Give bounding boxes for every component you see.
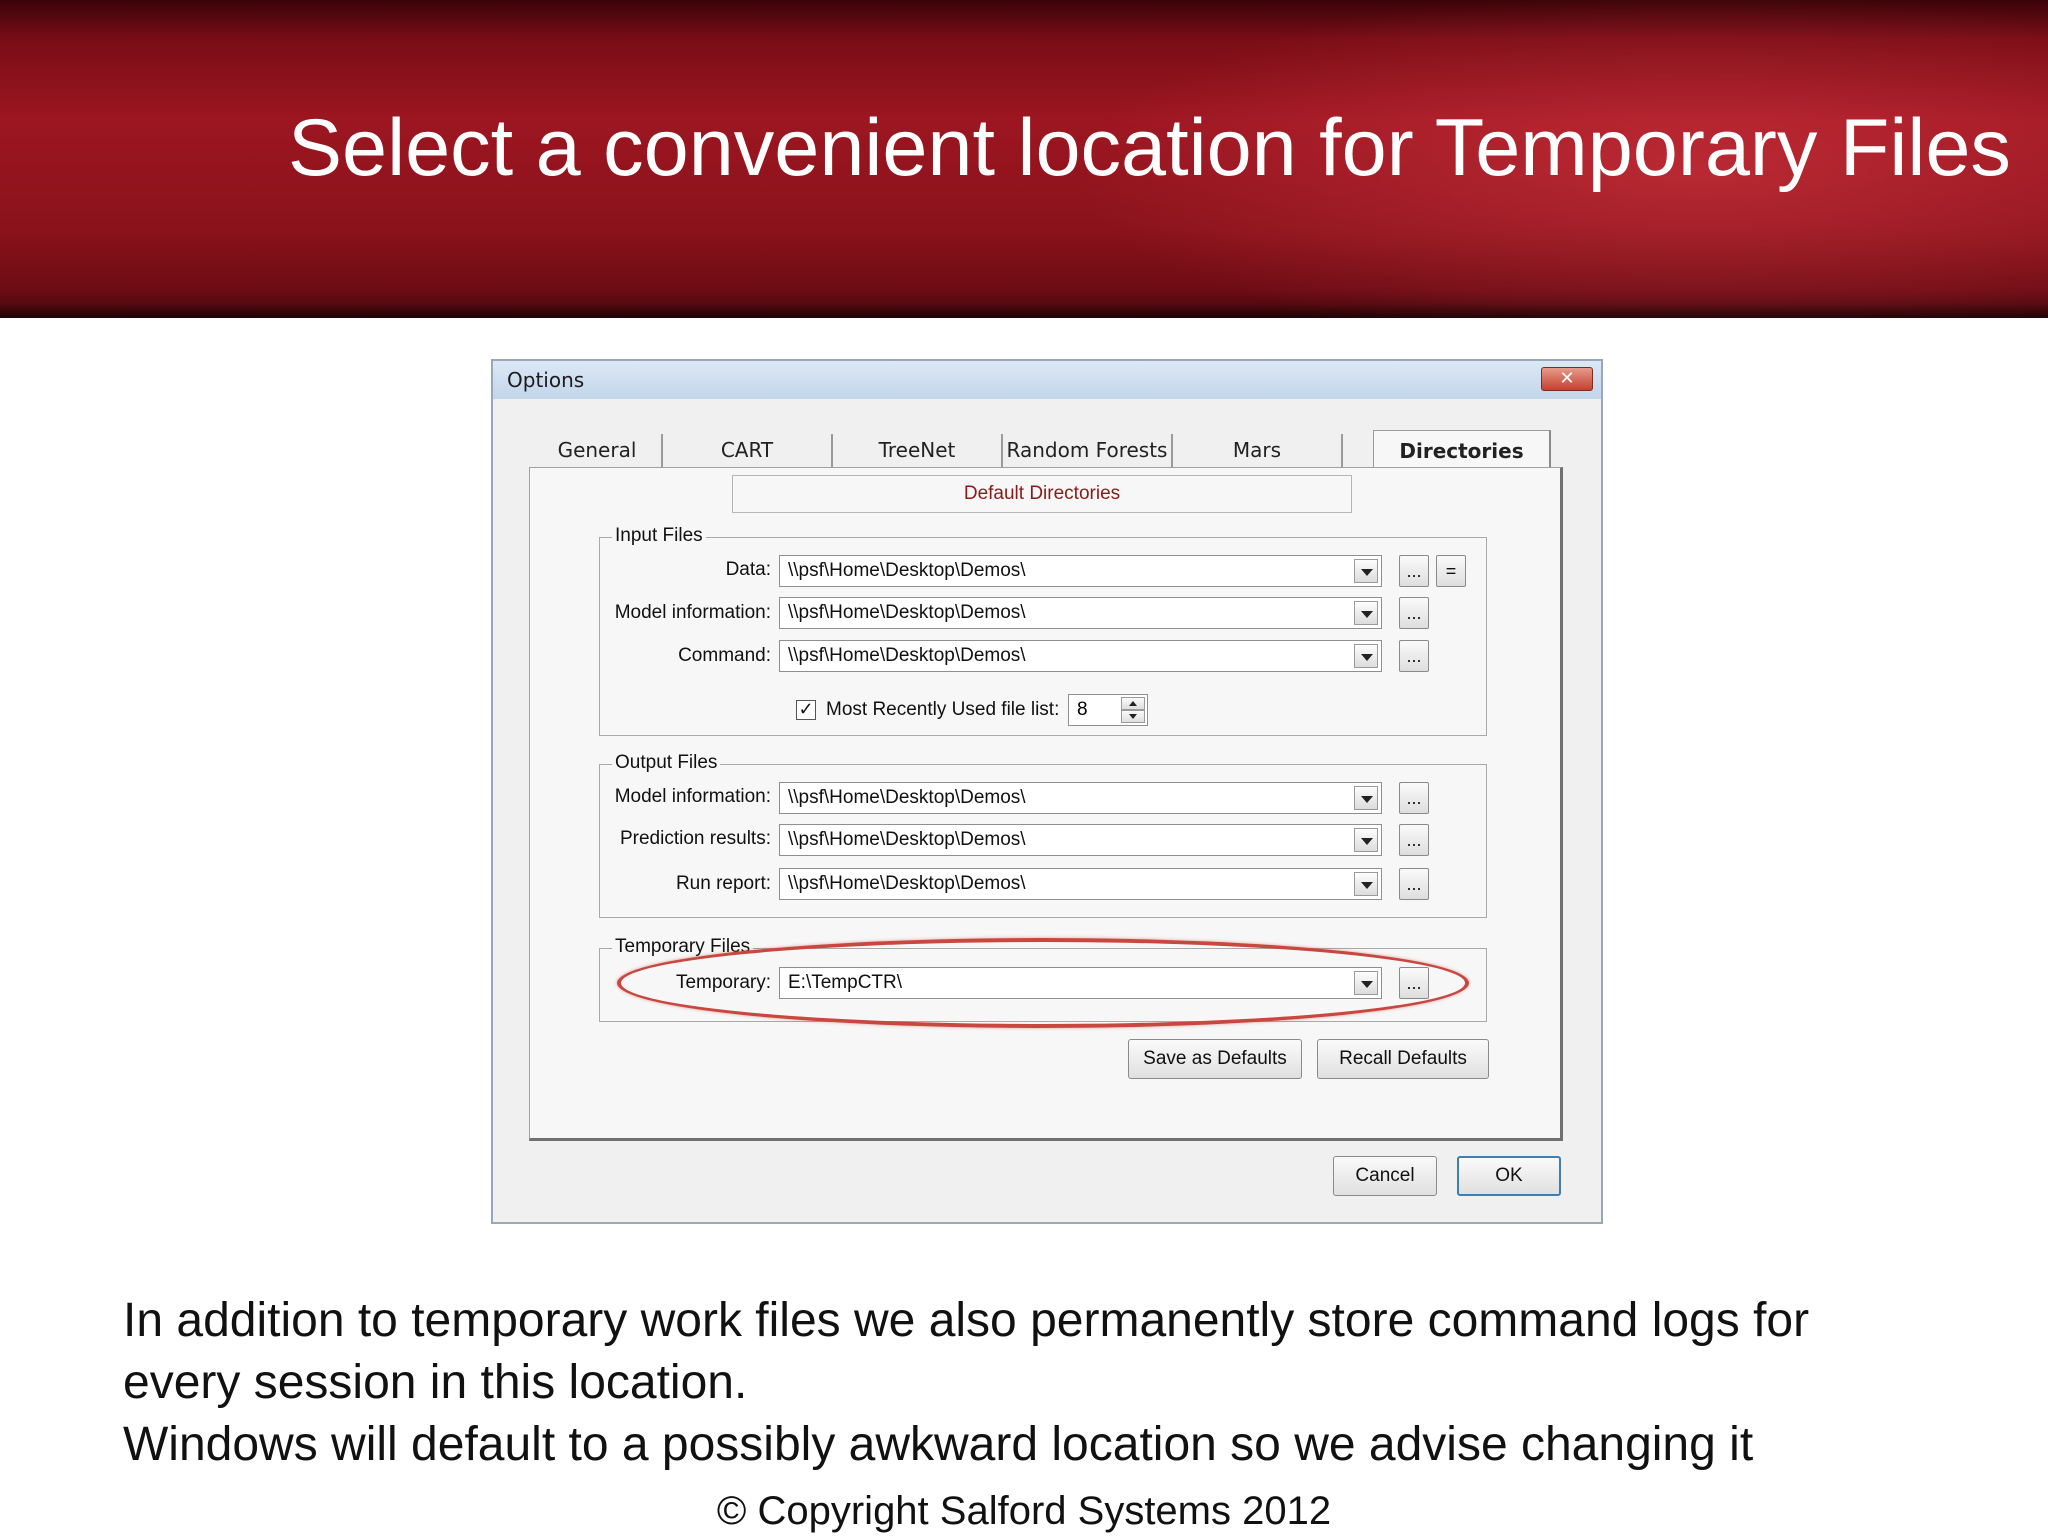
model-information-output-label: Model information: — [614, 786, 771, 807]
chevron-down-icon[interactable] — [1121, 710, 1145, 723]
close-icon: ✕ — [1559, 368, 1575, 389]
chevron-down-icon[interactable] — [1354, 828, 1378, 852]
tab-label: Mars — [1232, 438, 1282, 462]
tab-label: Random Forests — [1006, 438, 1168, 462]
chevron-down-icon[interactable] — [1354, 559, 1378, 583]
prediction-results-combo[interactable]: \\psf\Home\Desktop\Demos\ — [779, 824, 1382, 856]
data-browse-button[interactable]: ... — [1399, 555, 1429, 587]
prediction-results-label: Prediction results: — [619, 828, 771, 849]
mru-label: Most Recently Used file list: — [826, 699, 1060, 720]
tab-general[interactable]: General — [533, 434, 663, 468]
model-information-input-value: \\psf\Home\Desktop\Demos\ — [788, 602, 1026, 623]
chevron-down-icon[interactable] — [1354, 872, 1378, 896]
tab-label: Directories — [1399, 439, 1524, 463]
command-label: Command: — [678, 645, 771, 666]
run-report-browse-button[interactable]: ... — [1399, 868, 1429, 900]
copyright-footer: © Copyright Salford Systems 2012 — [716, 1489, 1332, 1533]
chevron-down-icon[interactable] — [1354, 601, 1378, 625]
tab-label: TreeNet — [878, 438, 956, 462]
ok-button[interactable]: OK — [1457, 1156, 1561, 1196]
command-browse-button[interactable]: ... — [1399, 640, 1429, 672]
tab-strip: General CART TreeNet Random Forests Mars… — [533, 430, 1553, 472]
body-line-3: Windows will default to a possibly awkwa… — [123, 1418, 1754, 1471]
tab-label: General — [557, 438, 637, 462]
save-as-defaults-button[interactable]: Save as Defaults — [1128, 1039, 1302, 1079]
slide-title: Select a convenient location for Tempora… — [288, 103, 2011, 193]
dialog-title: Options — [507, 368, 585, 392]
model-information-output-browse-button[interactable]: ... — [1399, 782, 1429, 814]
model-information-output-value: \\psf\Home\Desktop\Demos\ — [788, 787, 1026, 808]
body-line-1: In addition to temporary work files we a… — [123, 1294, 1810, 1347]
close-button[interactable]: ✕ — [1541, 367, 1593, 391]
tab-cart[interactable]: CART — [663, 434, 833, 468]
mru-checkbox[interactable]: ✓ — [796, 700, 816, 720]
tab-random-forests[interactable]: Random Forests — [1003, 434, 1173, 468]
chevron-down-icon[interactable] — [1354, 786, 1378, 810]
mru-count-value: 8 — [1077, 699, 1088, 720]
data-value: \\psf\Home\Desktop\Demos\ — [788, 560, 1026, 581]
tab-label: CART — [720, 438, 774, 462]
chevron-down-icon[interactable] — [1354, 644, 1378, 668]
run-report-combo[interactable]: \\psf\Home\Desktop\Demos\ — [779, 868, 1382, 900]
temporary-files-legend: Temporary Files — [612, 935, 754, 959]
stepper-arrows — [1121, 697, 1145, 723]
model-information-input-label: Model information: — [614, 602, 771, 623]
tab-directories[interactable]: Directories — [1373, 430, 1551, 472]
input-files-legend: Input Files — [612, 524, 706, 548]
data-equals-button[interactable]: = — [1436, 555, 1466, 587]
recall-defaults-button[interactable]: Recall Defaults — [1317, 1039, 1489, 1079]
dialog-titlebar[interactable]: Options ✕ — [493, 361, 1601, 399]
temporary-value: E:\TempCTR\ — [788, 972, 903, 993]
data-label: Data: — [725, 559, 771, 580]
model-information-output-combo[interactable]: \\psf\Home\Desktop\Demos\ — [779, 782, 1382, 814]
model-information-input-browse-button[interactable]: ... — [1399, 597, 1429, 629]
model-information-input-combo[interactable]: \\psf\Home\Desktop\Demos\ — [779, 597, 1382, 629]
prediction-results-value: \\psf\Home\Desktop\Demos\ — [788, 829, 1026, 850]
run-report-label: Run report: — [675, 873, 771, 894]
cancel-button[interactable]: Cancel — [1333, 1156, 1437, 1196]
temporary-combo[interactable]: E:\TempCTR\ — [779, 967, 1382, 999]
slide-header: Select a convenient location for Tempora… — [0, 0, 2048, 318]
tab-treenet[interactable]: TreeNet — [833, 434, 1003, 468]
chevron-down-icon[interactable] — [1354, 971, 1378, 995]
command-value: \\psf\Home\Desktop\Demos\ — [788, 645, 1026, 666]
output-files-legend: Output Files — [612, 751, 721, 775]
default-directories-label: Default Directories — [732, 475, 1352, 513]
prediction-results-browse-button[interactable]: ... — [1399, 824, 1429, 856]
temporary-browse-button[interactable]: ... — [1399, 967, 1429, 999]
slide-body-text: In addition to temporary work files we a… — [123, 1290, 2003, 1476]
chevron-up-icon[interactable] — [1121, 697, 1145, 710]
body-line-2: every session in this location. — [123, 1356, 748, 1409]
run-report-value: \\psf\Home\Desktop\Demos\ — [788, 873, 1026, 894]
mru-count-stepper[interactable]: 8 — [1068, 694, 1148, 726]
data-combo[interactable]: \\psf\Home\Desktop\Demos\ — [779, 555, 1382, 587]
command-combo[interactable]: \\psf\Home\Desktop\Demos\ — [779, 640, 1382, 672]
tab-mars[interactable]: Mars — [1173, 434, 1343, 468]
temporary-label: Temporary: — [675, 972, 771, 993]
